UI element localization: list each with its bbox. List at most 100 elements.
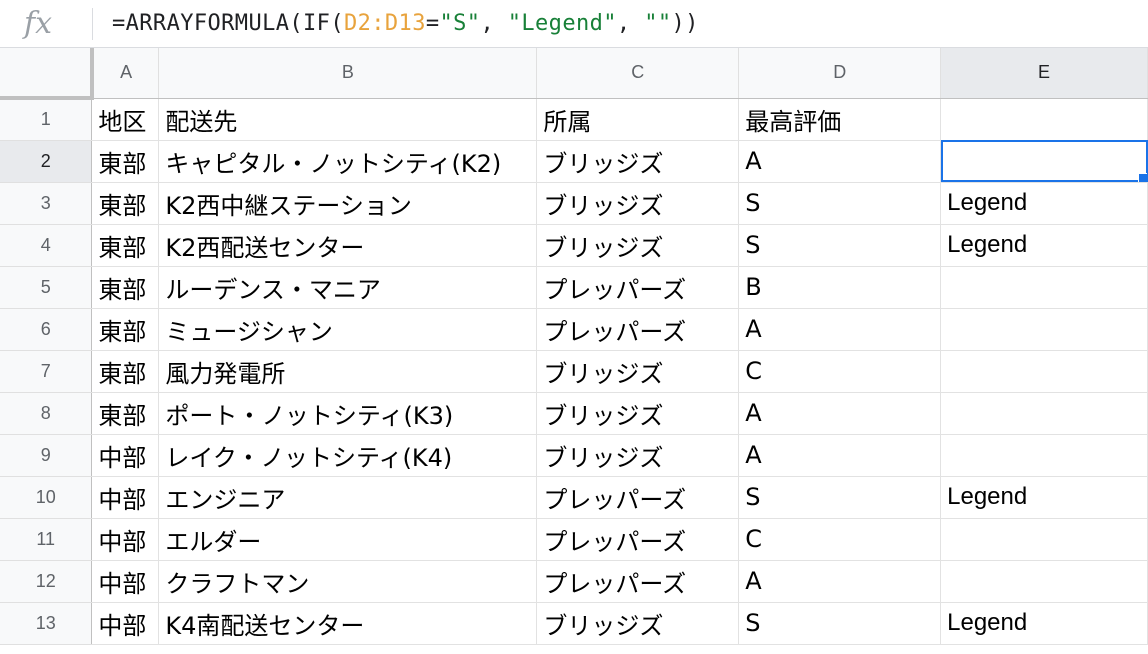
row-header[interactable]: 13 bbox=[0, 602, 93, 645]
row-header[interactable]: 10 bbox=[0, 476, 93, 519]
cell-b3[interactable]: K2西中継ステーション bbox=[158, 182, 538, 225]
cell-d13[interactable]: S bbox=[738, 602, 942, 645]
row-header[interactable]: 11 bbox=[0, 518, 93, 561]
cell-e12[interactable] bbox=[940, 560, 1148, 603]
cell-c12[interactable]: プレッパーズ bbox=[536, 560, 740, 603]
column-header-b[interactable]: B bbox=[158, 48, 538, 99]
cell-a13[interactable]: 中部 bbox=[91, 602, 160, 645]
column-header-d[interactable]: D bbox=[738, 48, 942, 99]
fill-handle[interactable] bbox=[1138, 172, 1147, 181]
row-header[interactable]: 1 bbox=[0, 98, 93, 141]
cell-c2[interactable]: ブリッジズ bbox=[536, 140, 740, 183]
cell-d1[interactable]: 最高評価 bbox=[738, 98, 942, 141]
formula-token: = bbox=[425, 11, 440, 36]
cell-a1[interactable]: 地区 bbox=[91, 98, 160, 141]
row-header[interactable]: 6 bbox=[0, 308, 93, 351]
row-header[interactable]: 9 bbox=[0, 434, 93, 477]
select-all-corner[interactable] bbox=[0, 48, 94, 100]
cell-b1[interactable]: 配送先 bbox=[158, 98, 538, 141]
cell-c5[interactable]: プレッパーズ bbox=[536, 266, 740, 309]
column-header-a[interactable]: A bbox=[91, 48, 160, 99]
cell-c6[interactable]: プレッパーズ bbox=[536, 308, 740, 351]
formula-token: =ARRAYFORMULA(IF( bbox=[112, 11, 344, 36]
row-header[interactable]: 7 bbox=[0, 350, 93, 393]
row-header[interactable]: 3 bbox=[0, 182, 93, 225]
table-row: 11 中部 エルダー プレッパーズ C bbox=[0, 518, 1148, 561]
cell-d11[interactable]: C bbox=[738, 518, 942, 561]
cell-a11[interactable]: 中部 bbox=[91, 518, 160, 561]
column-header-row: A B C D E bbox=[0, 48, 1148, 100]
cell-d7[interactable]: C bbox=[738, 350, 942, 393]
row-header[interactable]: 12 bbox=[0, 560, 93, 603]
cell-d12[interactable]: A bbox=[738, 560, 942, 603]
cell-d8[interactable]: A bbox=[738, 392, 942, 435]
cell-e10[interactable]: Legend bbox=[940, 476, 1148, 519]
table-row: 4 東部 K2西配送センター ブリッジズ S Legend bbox=[0, 224, 1148, 267]
cell-a12[interactable]: 中部 bbox=[91, 560, 160, 603]
table-row: 12 中部 クラフトマン プレッパーズ A bbox=[0, 560, 1148, 603]
cell-b12[interactable]: クラフトマン bbox=[158, 560, 538, 603]
cell-d3[interactable]: S bbox=[738, 182, 942, 225]
cell-b10[interactable]: エンジニア bbox=[158, 476, 538, 519]
cell-b4[interactable]: K2西配送センター bbox=[158, 224, 538, 267]
cell-e5[interactable] bbox=[940, 266, 1148, 309]
cell-e8[interactable] bbox=[940, 392, 1148, 435]
formula-input[interactable]: =ARRAYFORMULA(IF(D2:D13="S", "Legend", "… bbox=[112, 7, 699, 41]
cell-c11[interactable]: プレッパーズ bbox=[536, 518, 740, 561]
cell-d10[interactable]: S bbox=[738, 476, 942, 519]
cell-d4[interactable]: S bbox=[738, 224, 942, 267]
cell-b6[interactable]: ミュージシャン bbox=[158, 308, 538, 351]
cell-e9[interactable] bbox=[940, 434, 1148, 477]
cell-e7[interactable] bbox=[940, 350, 1148, 393]
formula-string-token: "Legend" bbox=[507, 11, 617, 36]
row-header[interactable]: 5 bbox=[0, 266, 93, 309]
table-row: 9 中部 レイク・ノットシティ(K4) ブリッジズ A bbox=[0, 434, 1148, 477]
column-header-c[interactable]: C bbox=[536, 48, 740, 99]
cell-b5[interactable]: ルーデンス・マニア bbox=[158, 266, 538, 309]
formula-token: , bbox=[616, 11, 645, 36]
cell-e4[interactable]: Legend bbox=[940, 224, 1148, 267]
cell-c1[interactable]: 所属 bbox=[536, 98, 740, 141]
cell-c13[interactable]: ブリッジズ bbox=[536, 602, 740, 645]
cell-e6[interactable] bbox=[940, 308, 1148, 351]
formula-token: )) bbox=[671, 11, 699, 36]
cell-a4[interactable]: 東部 bbox=[91, 224, 160, 267]
cell-a10[interactable]: 中部 bbox=[91, 476, 160, 519]
cell-a6[interactable]: 東部 bbox=[91, 308, 160, 351]
table-row: 1 地区 配送先 所属 最高評価 bbox=[0, 98, 1148, 141]
cell-a2[interactable]: 東部 bbox=[91, 140, 160, 183]
cell-d6[interactable]: A bbox=[738, 308, 942, 351]
formula-bar: fx =ARRAYFORMULA(IF(D2:D13="S", "Legend"… bbox=[0, 0, 1148, 48]
cell-e3[interactable]: Legend bbox=[940, 182, 1148, 225]
cell-b7[interactable]: 風力発電所 bbox=[158, 350, 538, 393]
cell-a9[interactable]: 中部 bbox=[91, 434, 160, 477]
cell-e13[interactable]: Legend bbox=[940, 602, 1148, 645]
cell-a5[interactable]: 東部 bbox=[91, 266, 160, 309]
cell-d9[interactable]: A bbox=[738, 434, 942, 477]
cell-c8[interactable]: ブリッジズ bbox=[536, 392, 740, 435]
cell-a3[interactable]: 東部 bbox=[91, 182, 160, 225]
cell-b8[interactable]: ポート・ノットシティ(K3) bbox=[158, 392, 538, 435]
cell-c3[interactable]: ブリッジズ bbox=[536, 182, 740, 225]
cell-c7[interactable]: ブリッジズ bbox=[536, 350, 740, 393]
row-header[interactable]: 8 bbox=[0, 392, 93, 435]
cell-d5[interactable]: B bbox=[738, 266, 942, 309]
cell-e11[interactable] bbox=[940, 518, 1148, 561]
table-row: 10 中部 エンジニア プレッパーズ S Legend bbox=[0, 476, 1148, 519]
cell-b11[interactable]: エルダー bbox=[158, 518, 538, 561]
cell-e1[interactable] bbox=[940, 98, 1148, 141]
cell-b13[interactable]: K4南配送センター bbox=[158, 602, 538, 645]
row-header[interactable]: 2 bbox=[0, 140, 93, 183]
selected-cell-e2[interactable] bbox=[940, 140, 1148, 183]
row-header[interactable]: 4 bbox=[0, 224, 93, 267]
column-header-e[interactable]: E bbox=[940, 48, 1148, 99]
cell-c9[interactable]: ブリッジズ bbox=[536, 434, 740, 477]
cell-a8[interactable]: 東部 bbox=[91, 392, 160, 435]
cell-b2[interactable]: キャピタル・ノットシティ(K2) bbox=[158, 140, 538, 183]
cell-c4[interactable]: ブリッジズ bbox=[536, 224, 740, 267]
cell-b9[interactable]: レイク・ノットシティ(K4) bbox=[158, 434, 538, 477]
cell-d2[interactable]: A bbox=[738, 140, 942, 183]
cell-a7[interactable]: 東部 bbox=[91, 350, 160, 393]
table-row: 2 東部 キャピタル・ノットシティ(K2) ブリッジズ A bbox=[0, 140, 1148, 183]
cell-c10[interactable]: プレッパーズ bbox=[536, 476, 740, 519]
